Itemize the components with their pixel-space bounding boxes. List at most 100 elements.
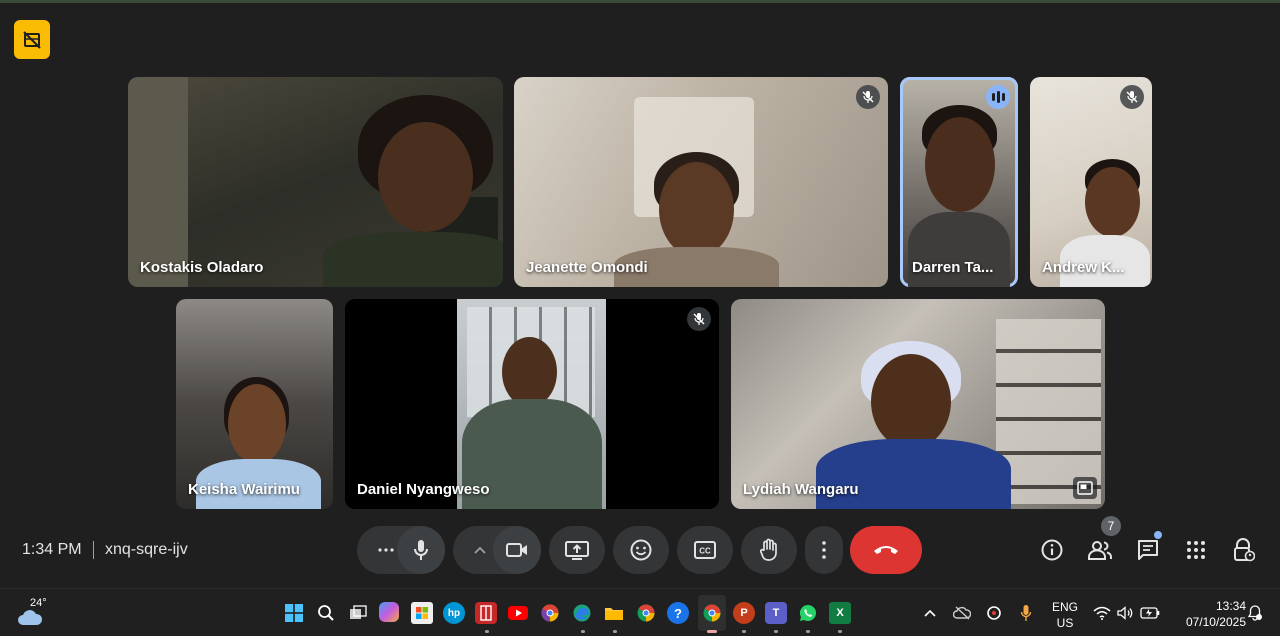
onedrive-tray-icon[interactable] <box>951 602 973 624</box>
camera-control-group <box>453 526 541 574</box>
activities-button[interactable] <box>1182 536 1210 564</box>
help-app-icon[interactable]: ? <box>667 602 689 624</box>
os-taskbar: 24° hp ? P T X ENG US 13:34 07/10/2025 <box>0 588 1280 636</box>
excel-app-icon[interactable]: X <box>829 602 851 624</box>
picture-in-picture-button[interactable] <box>1073 477 1097 499</box>
present-screen-button[interactable] <box>549 526 605 574</box>
participant-tile[interactable]: Keisha Wairimu <box>176 299 333 509</box>
running-indicator <box>806 630 810 633</box>
language-code: ENG <box>1051 600 1078 614</box>
recording-off-badge[interactable] <box>14 20 50 59</box>
video-subject <box>378 122 473 232</box>
captions-button[interactable]: CC <box>677 526 733 574</box>
meeting-control-bar: 1:34 PM xnq-sqre-ijv CC <box>0 520 1280 580</box>
wifi-status-icon[interactable] <box>1091 602 1113 624</box>
video-subject <box>1085 167 1140 237</box>
more-options-button[interactable] <box>805 526 843 574</box>
reactions-button[interactable] <box>613 526 669 574</box>
language-region: US <box>1056 616 1074 630</box>
meeting-code: xnq-sqre-ijv <box>105 541 188 558</box>
chat-button[interactable] <box>1134 536 1162 564</box>
raise-hand-icon <box>759 538 777 561</box>
leave-call-button[interactable] <box>850 526 922 574</box>
participant-name: Keisha Wairimu <box>188 481 300 498</box>
chrome-icon <box>637 604 655 622</box>
more-vertical-icon <box>822 541 826 559</box>
taskbar-search-button[interactable] <box>315 602 337 624</box>
cloud-off-icon <box>953 606 971 620</box>
lock-person-icon <box>1234 538 1255 562</box>
mic-off-icon <box>862 91 874 103</box>
divider <box>93 541 94 559</box>
book-icon <box>480 605 492 621</box>
file-explorer-app-icon[interactable] <box>603 602 625 624</box>
mic-muted-indicator <box>1120 85 1144 109</box>
running-indicator <box>742 630 746 633</box>
bell-icon <box>1247 605 1263 621</box>
participant-name: Jeanette Omondi <box>526 259 648 276</box>
tray-app-icon[interactable] <box>983 602 1005 624</box>
task-view-button[interactable] <box>347 602 369 624</box>
whatsapp-icon <box>799 604 816 622</box>
whatsapp-app-icon[interactable] <box>797 602 819 624</box>
input-language-indicator[interactable]: ENG US <box>1050 599 1080 631</box>
start-button[interactable] <box>283 602 305 624</box>
speaker-icon <box>1117 606 1133 620</box>
meeting-details-button[interactable] <box>1038 536 1066 564</box>
edge-app-icon[interactable] <box>571 602 593 624</box>
chrome-icon <box>541 604 559 622</box>
teams-app-icon[interactable]: T <box>765 602 787 624</box>
copilot-app-icon[interactable] <box>379 602 399 622</box>
running-indicator <box>613 630 617 633</box>
video-subject <box>659 162 734 257</box>
powerpoint-app-icon[interactable]: P <box>733 602 755 624</box>
microphone-in-use-icon[interactable] <box>1015 602 1037 624</box>
microphone-button[interactable] <box>397 526 445 574</box>
battery-status-icon[interactable] <box>1139 602 1161 624</box>
participant-tile[interactable]: Kostakis Oladaro <box>128 77 503 287</box>
participant-tile[interactable]: Daniel Nyangweso <box>345 299 719 509</box>
store-app-icon[interactable] <box>411 602 433 624</box>
weather-temperature: 24° <box>30 597 47 609</box>
search-icon <box>318 605 334 621</box>
participant-tile[interactable]: Lydiah Wangaru <box>731 299 1105 509</box>
chat-icon <box>1138 540 1158 560</box>
chrome-app-icon[interactable] <box>635 602 657 624</box>
chrome-active-app-icon[interactable] <box>701 602 723 624</box>
notifications-button[interactable] <box>1244 602 1266 624</box>
task-view-icon <box>350 605 367 619</box>
host-controls-button[interactable] <box>1230 536 1258 564</box>
youtube-app-icon[interactable] <box>507 602 529 624</box>
system-clock[interactable]: 13:34 07/10/2025 <box>1166 598 1246 630</box>
mic-off-icon <box>1126 91 1138 103</box>
chat-notification-dot <box>1154 531 1162 539</box>
participant-tile[interactable]: Darren Ta... <box>900 77 1018 287</box>
participant-tile[interactable]: Jeanette Omondi <box>514 77 888 287</box>
hp-app-icon[interactable]: hp <box>443 602 465 624</box>
people-button[interactable] <box>1086 536 1114 564</box>
show-hidden-icons-button[interactable] <box>919 602 941 624</box>
folder-icon <box>605 608 623 620</box>
windows-logo-icon <box>285 604 303 622</box>
video-subject <box>816 439 1011 509</box>
running-indicator <box>485 630 489 633</box>
running-indicator <box>581 630 585 633</box>
video-subject <box>925 117 995 212</box>
video-subject <box>871 354 951 449</box>
raise-hand-button[interactable] <box>741 526 797 574</box>
app-icon-red[interactable] <box>475 602 497 624</box>
participant-count-badge: 7 <box>1101 516 1121 536</box>
camera-button[interactable] <box>493 526 541 574</box>
apps-grid-icon <box>1187 541 1205 559</box>
info-icon <box>1041 539 1063 561</box>
chevron-up-icon <box>474 546 486 554</box>
cloud-icon <box>18 610 43 625</box>
participant-tile[interactable]: Andrew K... <box>1030 77 1152 287</box>
edge-icon <box>573 604 591 622</box>
chrome-profile-app-icon[interactable] <box>539 602 561 624</box>
more-horizontal-icon <box>378 548 394 552</box>
volume-status-icon[interactable] <box>1115 602 1137 624</box>
participant-name: Andrew K... <box>1042 259 1125 276</box>
video-background <box>128 77 188 287</box>
closed-captions-icon: CC <box>694 541 716 559</box>
